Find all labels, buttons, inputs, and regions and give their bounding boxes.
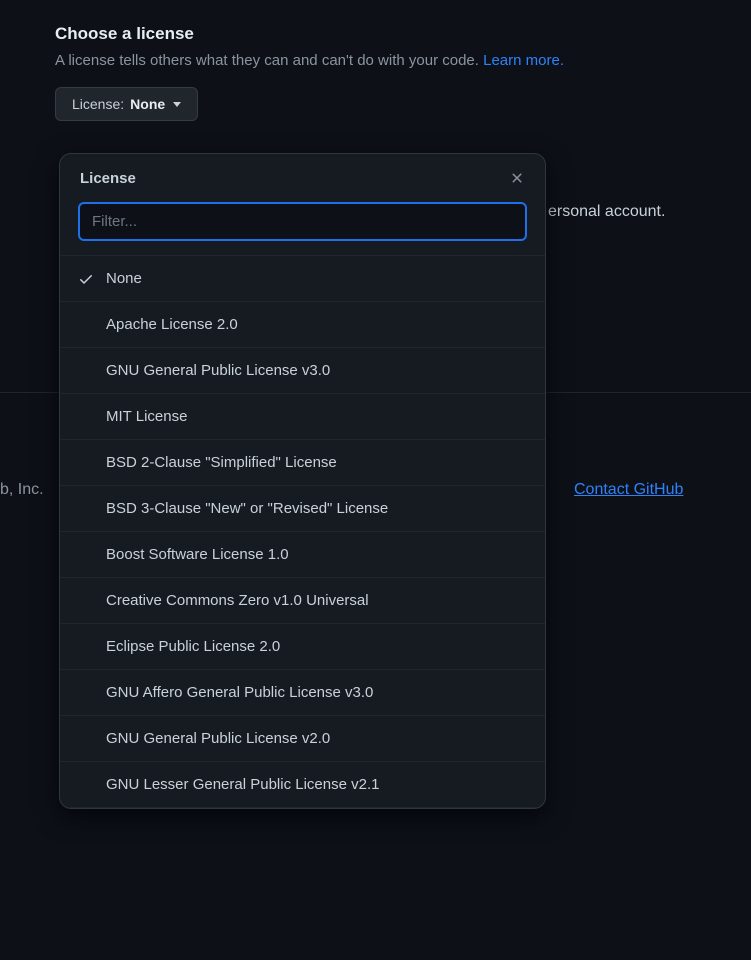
license-option[interactable]: None (60, 256, 545, 302)
license-dropdown-panel: License None Apache License 2.0 GNU Genera… (59, 153, 546, 809)
license-option-label: Creative Commons Zero v1.0 Universal (106, 592, 369, 609)
license-option-label: Eclipse Public License 2.0 (106, 638, 280, 655)
license-option[interactable]: Creative Commons Zero v1.0 Universal (60, 578, 545, 624)
check-icon (78, 271, 106, 287)
license-option-label: BSD 3-Clause "New" or "Revised" License (106, 500, 388, 517)
license-option[interactable]: BSD 2-Clause "Simplified" License (60, 440, 545, 486)
license-option[interactable]: MIT License (60, 394, 545, 440)
license-option-label: Apache License 2.0 (106, 316, 238, 333)
options-list[interactable]: None Apache License 2.0 GNU General Public… (60, 255, 545, 808)
close-icon[interactable] (507, 168, 527, 188)
license-option-label: Boost Software License 1.0 (106, 546, 289, 563)
license-option[interactable]: GNU General Public License v2.0 (60, 716, 545, 762)
caret-down-icon (173, 102, 181, 107)
license-option[interactable]: GNU Lesser General Public License v2.1 (60, 762, 545, 808)
section-description: A license tells others what they can and… (55, 52, 751, 69)
dropdown-title: License (80, 170, 136, 187)
section-title: Choose a license (55, 24, 751, 44)
license-option[interactable]: Apache License 2.0 (60, 302, 545, 348)
license-option[interactable]: GNU General Public License v3.0 (60, 348, 545, 394)
filter-container (60, 202, 545, 255)
dropdown-header: License (60, 154, 545, 202)
license-option[interactable]: Eclipse Public License 2.0 (60, 624, 545, 670)
license-option[interactable]: GNU Affero General Public License v3.0 (60, 670, 545, 716)
description-text: A license tells others what they can and… (55, 52, 483, 69)
license-option[interactable]: BSD 3-Clause "New" or "Revised" License (60, 486, 545, 532)
license-button-value: None (130, 96, 165, 112)
license-option-label: None (106, 270, 142, 287)
license-option-label: GNU General Public License v2.0 (106, 730, 330, 747)
background-inc-text: b, Inc. (0, 481, 44, 499)
filter-input[interactable] (78, 202, 527, 241)
license-option-label: GNU General Public License v3.0 (106, 362, 330, 379)
license-button-label: License: (72, 96, 124, 112)
license-option-label: GNU Affero General Public License v3.0 (106, 684, 373, 701)
learn-more-link[interactable]: Learn more. (483, 52, 564, 69)
license-option-label: MIT License (106, 408, 187, 425)
license-dropdown-button[interactable]: License: None (55, 87, 198, 121)
license-option[interactable]: Boost Software License 1.0 (60, 532, 545, 578)
license-option-label: GNU Lesser General Public License v2.1 (106, 776, 379, 793)
contact-github-link[interactable]: Contact GitHub (574, 481, 683, 499)
background-account-text: ersonal account. (548, 203, 665, 221)
license-option-label: BSD 2-Clause "Simplified" License (106, 454, 337, 471)
